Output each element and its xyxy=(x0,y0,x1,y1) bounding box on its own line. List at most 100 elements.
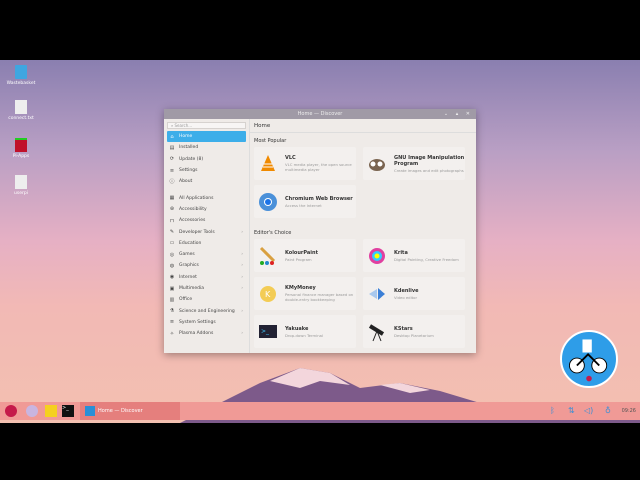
grid-icon: ▦ xyxy=(169,195,175,202)
chevron-right-icon: › xyxy=(241,308,243,314)
chevron-right-icon: › xyxy=(241,252,243,258)
internet-icon: ◉ xyxy=(169,274,175,281)
sidebar-item-science-and-engineering[interactable]: ⚗ Science and Engineering › xyxy=(167,305,246,316)
vlc-icon xyxy=(258,154,278,174)
folder-icon[interactable] xyxy=(45,405,57,417)
plasma-icon: ✧ xyxy=(169,330,175,337)
settings-icon: ≡ xyxy=(169,167,175,174)
sidebar-item-update-8[interactable]: ⟳ Update (8) xyxy=(167,154,246,165)
sidebar-item-multimedia[interactable]: ▣ Multimedia › xyxy=(167,283,246,294)
pi-apps-icon[interactable]: Pi-Apps xyxy=(5,138,37,159)
sidebar-item-label: Graphics xyxy=(179,263,199,269)
sidebar-item-label: Games xyxy=(179,252,195,258)
app-description: VLC media player, the open source multim… xyxy=(285,162,352,172)
accessories-icon: ⊓ xyxy=(170,217,174,224)
update-icon: ⟳ xyxy=(169,156,175,163)
window-controls[interactable]: ⌄ ▴ ✕ xyxy=(444,109,473,119)
app-card-krita[interactable]: Krita Digital Painting, Creative Freedom xyxy=(363,239,465,272)
app-name: VLC xyxy=(285,155,296,161)
network-icon[interactable]: ⇅ xyxy=(568,402,575,420)
sidebar-item-installed[interactable]: ▤ Installed xyxy=(167,142,246,153)
raspberry-menu-icon[interactable] xyxy=(5,405,17,417)
kstars-icon xyxy=(367,322,387,342)
bluetooth-icon[interactable]: ᛒ xyxy=(550,402,555,420)
sidebar-item-label: Plasma Addons xyxy=(179,331,214,337)
sidebar-item-label: Education xyxy=(179,240,202,246)
sidebar-item-label: Developer Tools xyxy=(179,229,215,235)
chevron-right-icon: › xyxy=(241,286,243,291)
app-description: Video editor xyxy=(394,294,418,300)
most-popular-heading: Most Popular xyxy=(254,138,287,144)
sidebar-item-settings[interactable]: ≡ Settings xyxy=(167,165,246,176)
sidebar-item-label: Installed xyxy=(179,145,199,151)
chevron-right-icon: › xyxy=(241,274,243,280)
app-card-kolourpaint[interactable]: KolourPaint Paint Program xyxy=(254,239,356,272)
sidebar: ⌕ Search... ⌂ Home ▤ Installed ⟳ Update (8) ≡ S… xyxy=(164,119,250,353)
home-icon: ⌂ xyxy=(170,133,174,140)
sidebar-item-accessories[interactable]: ⊓ Accessories xyxy=(167,215,246,226)
yakuake-icon: >_ xyxy=(258,322,278,342)
app-name: Chromium Web Browser xyxy=(285,195,353,202)
sidebar-item-internet[interactable]: ◉ Internet › xyxy=(167,272,246,283)
search-input[interactable]: ⌕ Search... xyxy=(167,122,246,129)
installed-icon: ▤ xyxy=(169,144,175,151)
discover-icon xyxy=(85,406,95,416)
sidebar-item-label: Multimedia xyxy=(179,286,205,291)
svg-text:K: K xyxy=(265,290,271,299)
app-card-kmymoney[interactable]: K KMyMoney Personal finance manager based … xyxy=(254,277,356,310)
app-card-yakuake[interactable]: >_ Yakuake Drop-down Terminal xyxy=(254,315,356,348)
browser-icon[interactable] xyxy=(26,405,38,417)
sidebar-item-graphics[interactable]: ◍ Graphics › xyxy=(167,260,246,271)
sidebar-item-label: Accessories xyxy=(179,218,206,224)
app-description: Access the Internet xyxy=(285,202,322,208)
sidebar-item-plasma-addons[interactable]: ✧ Plasma Addons › xyxy=(167,328,246,339)
sidebar-item-education[interactable]: ▭ Education xyxy=(167,238,246,249)
app-card-kstars[interactable]: KStars Desktop Planetarium xyxy=(363,315,465,348)
tools-icon: ✎ xyxy=(169,229,175,236)
terminal-icon[interactable]: >_ xyxy=(62,405,74,417)
microphone-icon[interactable]: ♁ xyxy=(605,402,611,420)
system-settings-icon: ≡ xyxy=(169,319,175,326)
sidebar-item-label: Update (8) xyxy=(179,156,204,162)
app-name: KMyMoney xyxy=(285,285,316,291)
channel-logo xyxy=(560,330,618,388)
sidebar-item-about[interactable]: ⓘ About xyxy=(167,176,246,187)
file-icon[interactable]: connect.txt xyxy=(5,100,37,121)
volume-icon[interactable]: ◁) xyxy=(584,402,593,420)
app-card-vlc[interactable]: VLC VLC media player, the open source mul… xyxy=(254,147,356,180)
discover-window: Home — Discover ⌄ ▴ ✕ ⌕ Search... ⌂ Home ▤ I… xyxy=(164,109,476,353)
sidebar-item-office[interactable]: ▥ Office xyxy=(167,294,246,305)
sidebar-item-label: Office xyxy=(179,297,193,303)
app-description: Create images and edit photographs xyxy=(394,167,464,173)
sidebar-item-developer-tools[interactable]: ✎ Developer Tools › xyxy=(167,226,246,237)
sidebar-item-accessibility[interactable]: ⊛ Accessibility xyxy=(167,204,246,215)
app-description: Drop-down Terminal xyxy=(285,332,324,338)
taskbar-window-discover[interactable]: Home — Discover xyxy=(80,402,180,420)
clock: 09:26 xyxy=(621,408,636,414)
app-name: Krita xyxy=(394,249,408,256)
sidebar-item-games[interactable]: ◎ Games › xyxy=(167,249,246,260)
file-icon[interactable]: userpi xyxy=(5,175,37,196)
gimp-icon xyxy=(367,154,387,174)
page-title: Home xyxy=(250,119,476,133)
app-card-kdenlive[interactable]: Kdenlive Video editor xyxy=(363,277,465,310)
krita-icon xyxy=(367,246,387,266)
app-description: Desktop Planetarium xyxy=(394,332,434,338)
kmymoney-icon: K xyxy=(258,284,278,304)
chromium-icon xyxy=(258,192,278,212)
title-bar[interactable]: Home — Discover ⌄ ▴ ✕ xyxy=(164,109,476,119)
sidebar-item-home[interactable]: ⌂ Home xyxy=(167,131,246,143)
app-name: Yakuake xyxy=(285,325,309,332)
app-description: Digital Painting, Creative Freedom xyxy=(394,256,459,262)
app-card-chromium[interactable]: Chromium Web Browser Access the Internet xyxy=(254,185,356,218)
app-card-gimp[interactable]: GNU Image Manipulation Program Create ima… xyxy=(363,147,465,180)
chevron-right-icon: › xyxy=(241,263,243,269)
svg-text:>_: >_ xyxy=(261,328,270,335)
sidebar-item-all-applications[interactable]: ▦ All Applications xyxy=(167,192,246,203)
app-name: Kdenlive xyxy=(394,287,419,294)
sidebar-item-system-settings[interactable]: ≡ System Settings xyxy=(167,317,246,328)
app-name: KolourPaint xyxy=(285,249,318,256)
main-content: Home Most Popular Editor's Choice VLC VLC… xyxy=(250,119,476,353)
wastebasket-icon[interactable]: Wastebasket xyxy=(5,65,37,86)
sidebar-item-label: All Applications xyxy=(179,195,214,201)
